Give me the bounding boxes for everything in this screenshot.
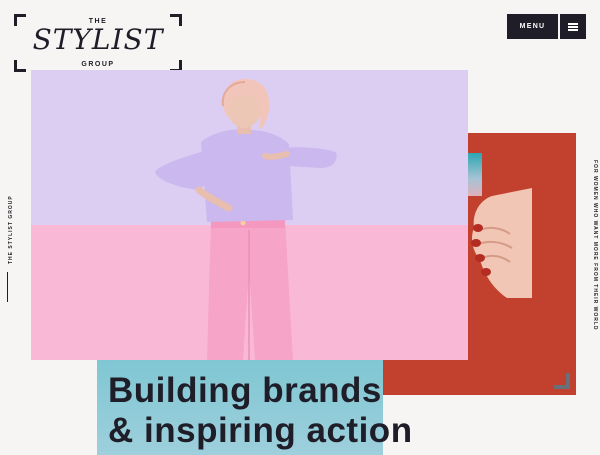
panel-corner-mark: [554, 373, 570, 389]
side-label-left-text: THE STYLIST GROUP: [8, 195, 14, 264]
headline-line-1: Building brands: [108, 371, 382, 410]
logo-wordmark: STYLIST: [32, 23, 164, 56]
stylist-group-logo[interactable]: THE STYLIST GROUP: [14, 14, 182, 72]
model-figure: [155, 78, 337, 360]
side-label-right: FOR WOMEN WHO WANT MORE FROM THEIR WORLD: [588, 160, 600, 331]
logo-group: GROUP: [81, 61, 115, 68]
hand-image: [471, 188, 532, 298]
hamburger-icon: [568, 22, 578, 31]
side-label-left: THE STYLIST GROUP: [3, 195, 14, 302]
tagline-vertical: FOR WOMEN WHO WANT MORE FROM THEIR WORLD: [592, 160, 598, 331]
hamburger-button[interactable]: [560, 14, 586, 39]
side-label-left-rule: [7, 272, 8, 302]
hero-headline: Building brands & inspiring action: [108, 371, 413, 451]
menu-button[interactable]: MENU: [507, 14, 558, 39]
hero-image: [31, 70, 468, 360]
headline-line-2: & inspiring action: [108, 411, 413, 450]
